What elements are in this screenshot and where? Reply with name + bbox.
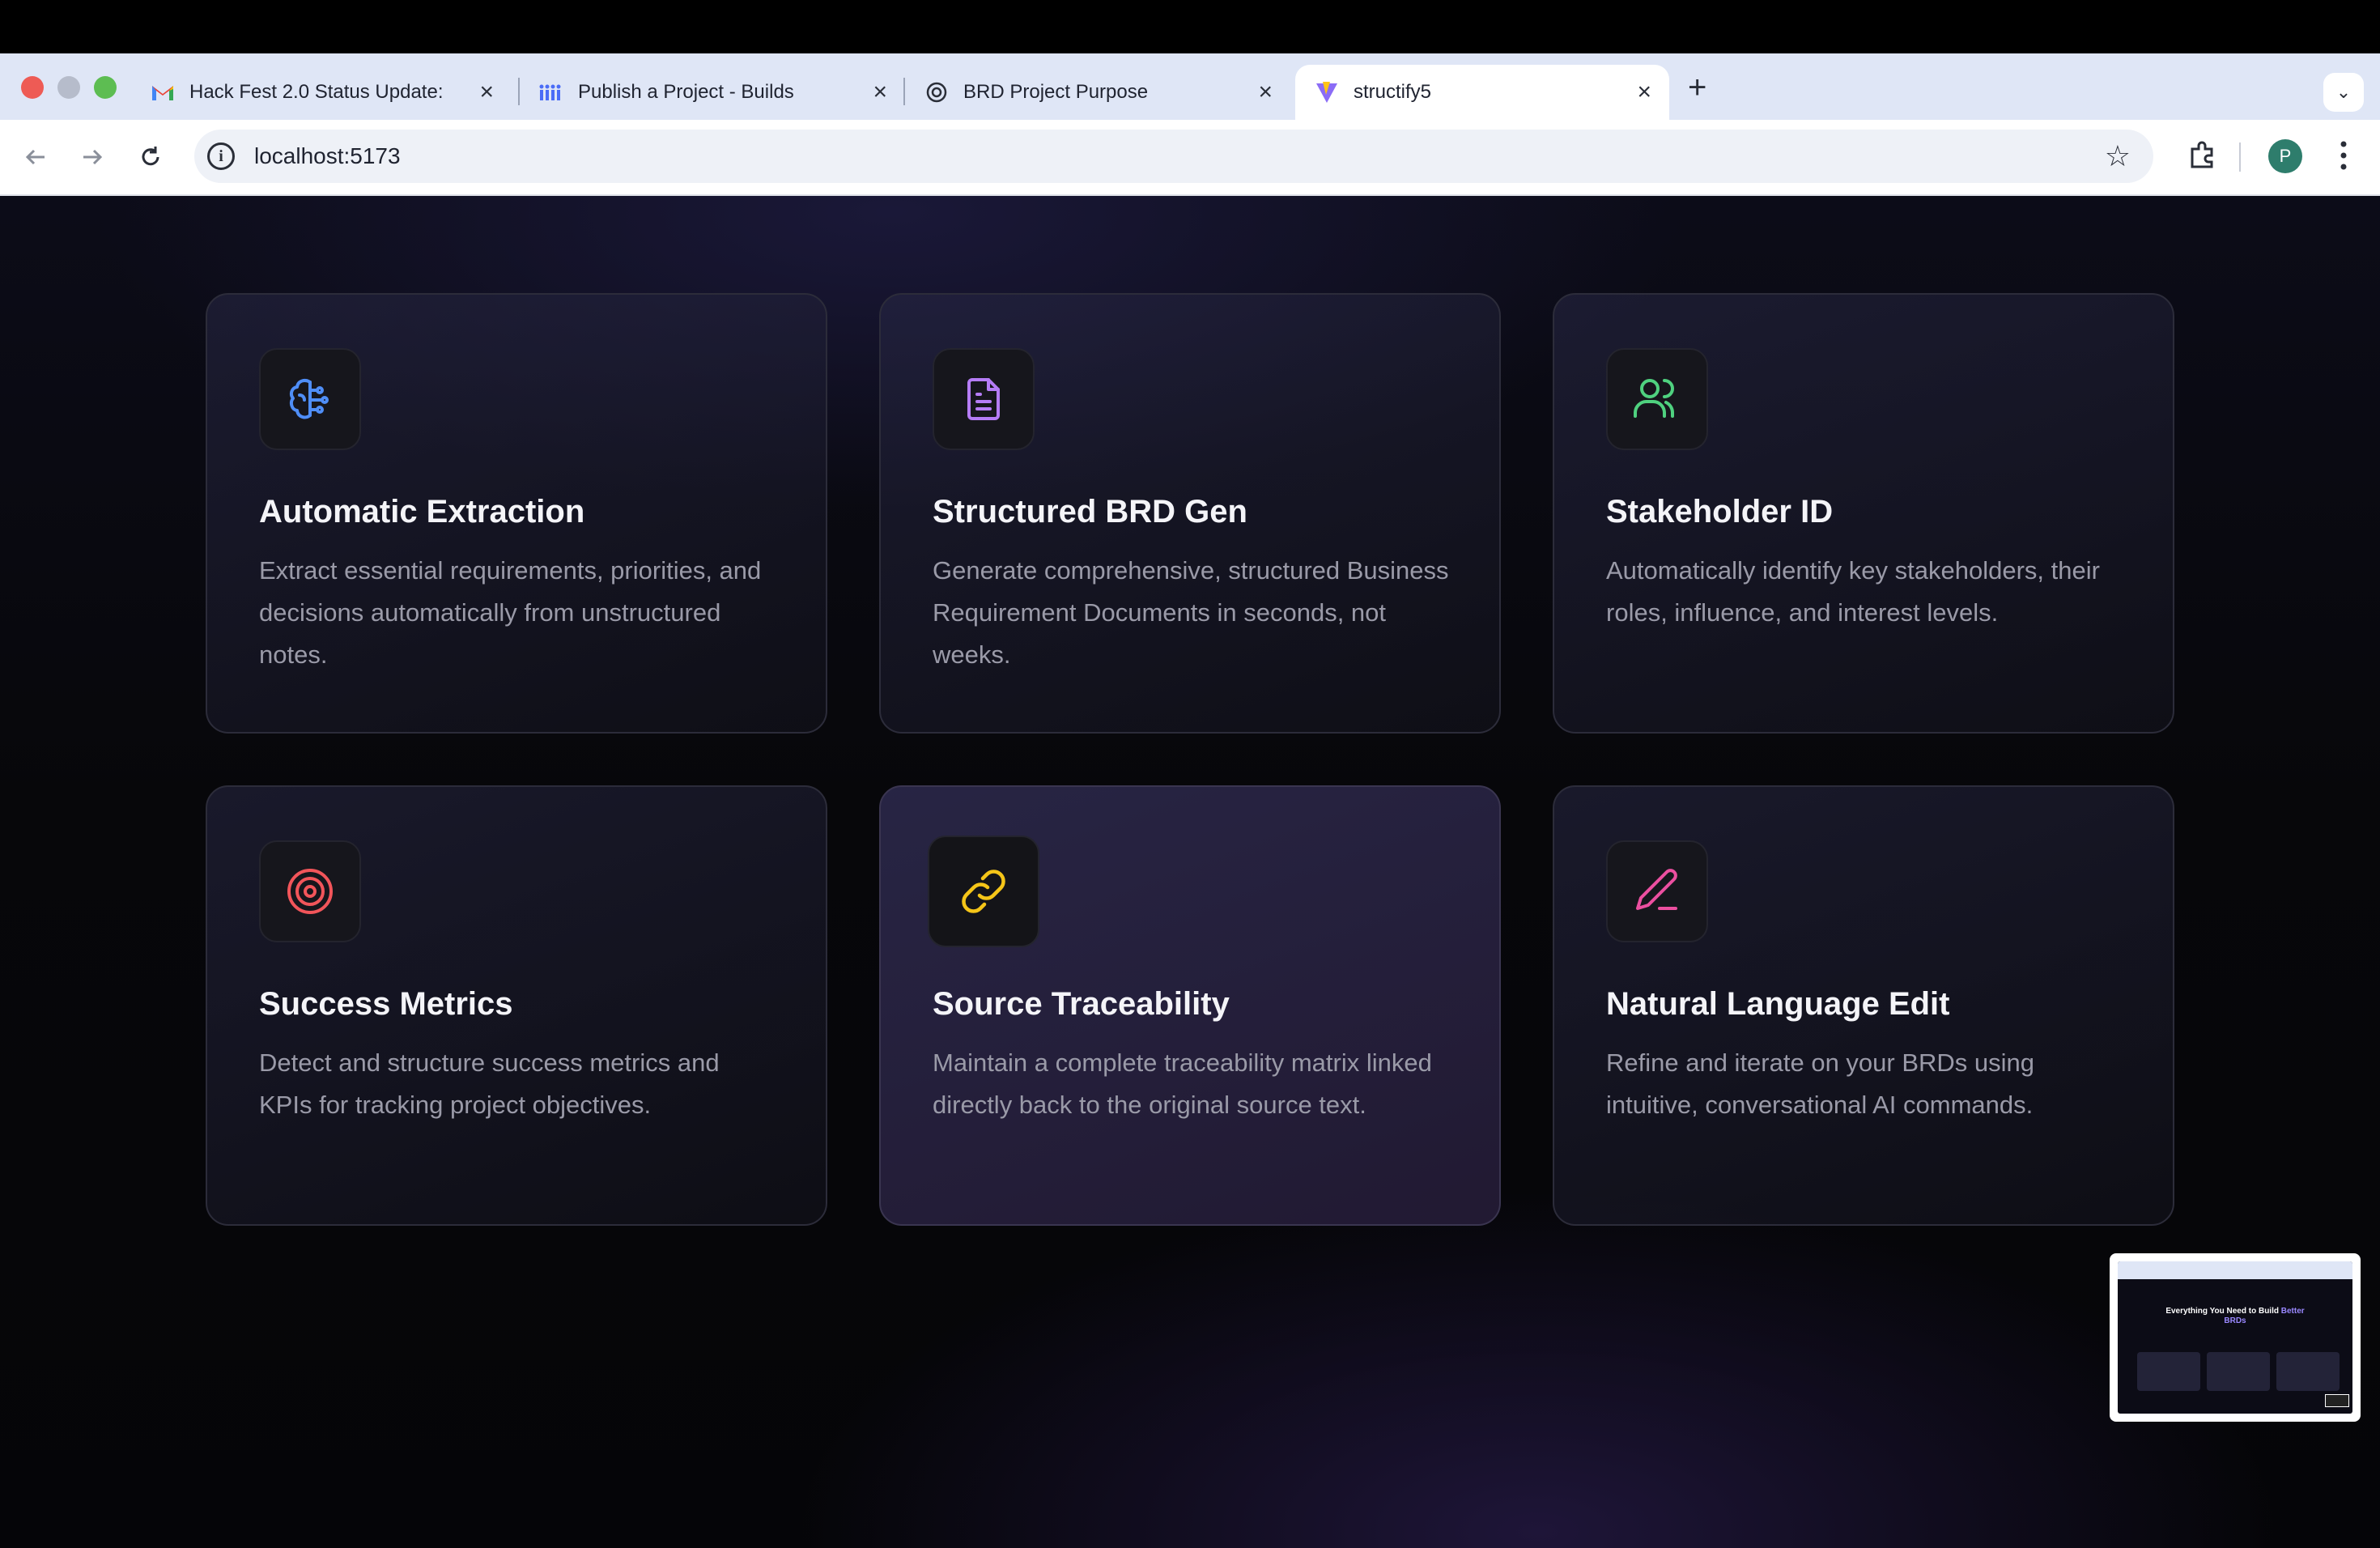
feature-card-automatic-extraction[interactable]: Automatic Extraction Extract essential r… (206, 293, 827, 734)
url-text: localhost:5173 (254, 143, 401, 168)
screenshot-thumbnail-preview[interactable]: Everything You Need to Build Better BRDs (2110, 1253, 2361, 1422)
tab-builds[interactable]: Publish a Project - Builds × (520, 65, 905, 120)
extensions-icon[interactable] (2186, 139, 2218, 176)
feature-card-structured-brd-gen[interactable]: Structured BRD Gen Generate comprehensiv… (879, 293, 1501, 734)
feature-card-natural-language-edit[interactable]: Natural Language Edit Refine and iterate… (1553, 785, 2174, 1226)
builds-icon (539, 80, 563, 104)
pencil-icon (1636, 869, 1677, 910)
feature-card-stakeholder-id[interactable]: Stakeholder ID Automatically identify ke… (1553, 293, 2174, 734)
icon-container (928, 836, 1039, 947)
profile-avatar[interactable]: P (2268, 139, 2302, 173)
back-arrow-icon[interactable] (21, 142, 50, 172)
gmail-icon (151, 80, 175, 104)
feature-card-success-metrics[interactable]: Success Metrics Detect and structure suc… (206, 785, 827, 1226)
icon-container (1606, 840, 1708, 942)
thumbnail-card (2137, 1352, 2200, 1391)
browser-chrome: Hack Fest 2.0 Status Update: × Publish a… (0, 53, 2380, 196)
close-tab-icon[interactable]: × (479, 79, 494, 106)
icon-container (933, 348, 1035, 450)
feature-description: Maintain a complete traceability matrix … (933, 1048, 1432, 1119)
tab-brd-project-purpose[interactable]: BRD Project Purpose × (905, 65, 1290, 120)
thumbnail-heading: Everything You Need to Build Better BRDs (2165, 1307, 2305, 1325)
feature-description: Automatically identify key stakeholders,… (1606, 556, 2100, 627)
browser-toolbar: i localhost:5173 ☆ P (0, 120, 2380, 196)
feature-card-source-traceability[interactable]: Source Traceability Maintain a complete … (879, 785, 1501, 1226)
reload-icon[interactable] (136, 142, 165, 172)
thumbnail-button (2325, 1394, 2349, 1407)
icon-container (259, 348, 361, 450)
tab-title: Hack Fest 2.0 Status Update: (189, 81, 444, 103)
feature-title: Structured BRD Gen (933, 494, 1247, 529)
target-icon (287, 869, 333, 914)
close-tab-icon[interactable]: × (1637, 79, 1651, 106)
feature-title: Source Traceability (933, 986, 1230, 1022)
vite-icon (1315, 80, 1339, 104)
link-icon (962, 870, 1005, 913)
tab-gmail[interactable]: Hack Fest 2.0 Status Update: × (131, 65, 512, 120)
thumbnail-image: Everything You Need to Build Better BRDs (2118, 1261, 2352, 1414)
brain-icon (289, 379, 329, 419)
feature-description: Generate comprehensive, structured Busin… (933, 556, 1449, 669)
icon-container (1606, 348, 1708, 450)
menu-bar-strip (0, 0, 2380, 53)
feature-title: Natural Language Edit (1606, 986, 1950, 1022)
feature-title: Automatic Extraction (259, 494, 585, 529)
tab-search-chevron-icon[interactable]: ⌄ (2323, 73, 2364, 112)
close-tab-icon[interactable]: × (873, 79, 887, 106)
thumbnail-browser-bar (2118, 1261, 2352, 1279)
tab-title: BRD Project Purpose (963, 81, 1149, 103)
site-info-icon[interactable]: i (207, 142, 235, 170)
thumbnail-card (2207, 1352, 2270, 1391)
openai-icon (924, 80, 949, 104)
feature-description: Extract essential requirements, prioriti… (259, 556, 762, 669)
bookmark-star-icon[interactable]: ☆ (2105, 139, 2131, 173)
tab-title: structify5 (1354, 81, 1432, 103)
feature-title: Success Metrics (259, 986, 513, 1022)
tab-structify5[interactable]: structify5 × (1295, 65, 1669, 120)
address-bar[interactable]: i localhost:5173 ☆ (194, 130, 2153, 183)
new-tab-button[interactable]: + (1688, 70, 1706, 106)
tab-strip: Hack Fest 2.0 Status Update: × Publish a… (0, 53, 2380, 120)
toolbar-divider (2239, 142, 2241, 172)
more-menu-icon[interactable] (2331, 138, 2356, 177)
page-content: Automatic Extraction Extract essential r… (0, 196, 2380, 1548)
tab-title: Publish a Project - Builds (578, 81, 794, 103)
forward-arrow-icon[interactable] (78, 142, 107, 172)
minimize-window-button[interactable] (57, 76, 80, 99)
feature-description: Refine and iterate on your BRDs using in… (1606, 1048, 2035, 1119)
feature-title: Stakeholder ID (1606, 494, 1834, 529)
document-icon (967, 378, 1000, 420)
feature-description: Detect and structure success metrics and… (259, 1048, 720, 1119)
profile-initial: P (2268, 139, 2302, 173)
maximize-window-button[interactable] (94, 76, 117, 99)
icon-container (259, 840, 361, 942)
close-window-button[interactable] (21, 76, 44, 99)
thumbnail-card (2276, 1352, 2340, 1391)
close-tab-icon[interactable]: × (1258, 79, 1273, 106)
users-icon (1634, 379, 1674, 418)
